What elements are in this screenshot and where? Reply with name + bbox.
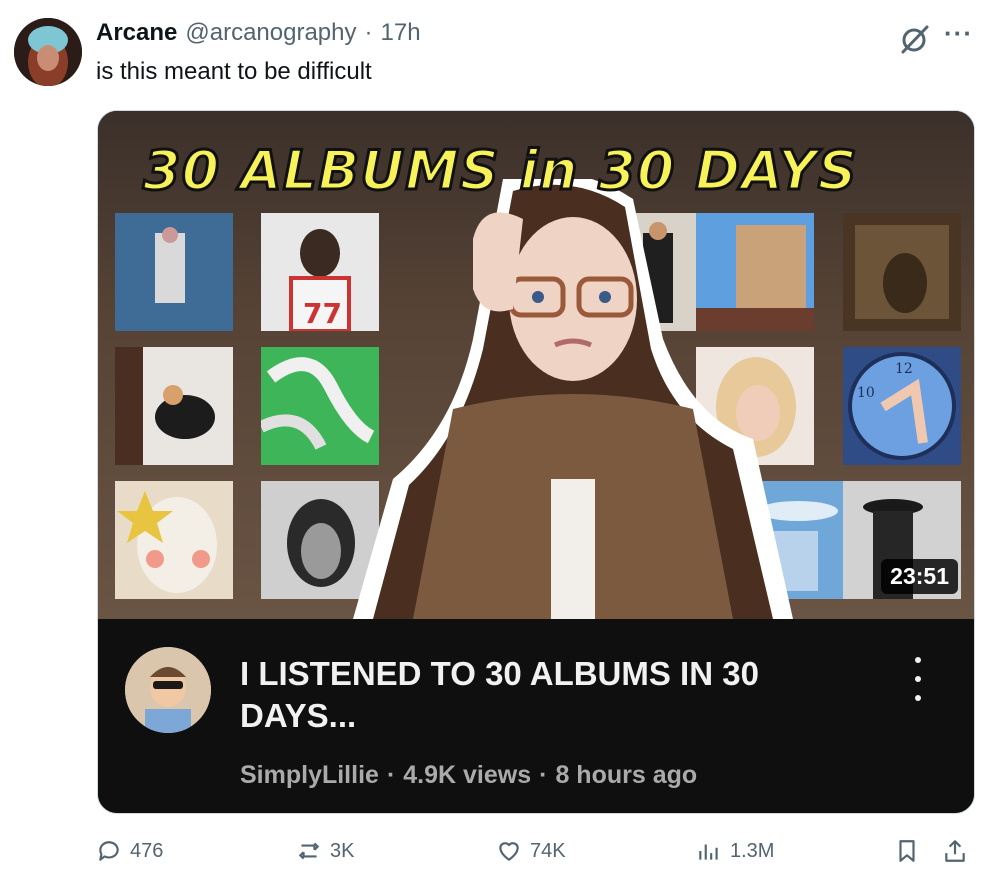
video-title[interactable]: I LISTENED TO 30 ALBUMS IN 30 DAYS...	[240, 653, 840, 737]
post-header: Arcane @arcanography · 17h	[96, 19, 421, 47]
post-time[interactable]: 17h	[381, 19, 421, 47]
video-meta: I LISTENED TO 30 ALBUMS IN 30 DAYS... Si…	[98, 619, 974, 813]
action-bar: 476 3K 74K 1.3M	[96, 838, 976, 872]
album-cover	[115, 347, 233, 465]
channel-name[interactable]: SimplyLillie	[240, 761, 379, 790]
repost-count: 3K	[330, 839, 355, 862]
views-button[interactable]: 1.3M	[696, 838, 774, 864]
bookmark-icon	[899, 840, 915, 862]
heart-icon	[499, 842, 519, 861]
views-count: 1.3M	[730, 839, 775, 862]
author-avatar[interactable]	[14, 18, 82, 86]
meta-separator: ·	[539, 761, 548, 789]
like-count: 74K	[530, 839, 566, 862]
post-text: is this meant to be difficult	[96, 58, 372, 85]
more-icon[interactable]: ···	[944, 18, 973, 49]
author-handle[interactable]: @arcanography	[185, 19, 356, 47]
repost-button[interactable]: 3K	[296, 838, 354, 864]
svg-text:10: 10	[857, 385, 875, 401]
thumbnail-person	[353, 179, 793, 619]
video-card[interactable]: 77 12 10 30 ALBUMS in 30 DAYS 23:51 I LI…	[97, 110, 975, 814]
album-cover	[843, 213, 961, 331]
album-cover	[115, 481, 233, 599]
album-cover	[115, 213, 233, 331]
view-count: 4.9K views	[403, 761, 532, 789]
video-thumbnail[interactable]: 77 12 10 30 ALBUMS in 30 DAYS 23:51	[98, 111, 974, 619]
repost-icon	[298, 842, 320, 860]
album-cover: 12 10	[843, 347, 961, 465]
author-name[interactable]: Arcane	[96, 19, 177, 47]
views-icon	[699, 844, 718, 860]
thumbnail-title: 30 ALBUMS in 30 DAYS	[142, 138, 859, 204]
upload-age: 8 hours ago	[555, 761, 698, 789]
bookmark-button[interactable]	[894, 838, 920, 864]
share-button[interactable]	[942, 838, 968, 864]
svg-text:12: 12	[895, 361, 913, 377]
video-duration: 23:51	[881, 559, 958, 594]
channel-avatar[interactable]	[125, 647, 211, 733]
meta-separator: ·	[386, 761, 396, 789]
video-subtitle: SimplyLillie · 4.9K views · 8 hours ago	[240, 761, 697, 790]
like-button[interactable]: 74K	[496, 838, 566, 864]
video-more-icon[interactable]	[912, 657, 924, 701]
grok-icon[interactable]	[898, 22, 932, 56]
share-icon	[945, 840, 965, 862]
reply-button[interactable]: 476	[96, 838, 163, 864]
reply-icon	[99, 841, 119, 861]
reply-count: 476	[130, 839, 164, 862]
header-separator: ·	[364, 19, 373, 46]
